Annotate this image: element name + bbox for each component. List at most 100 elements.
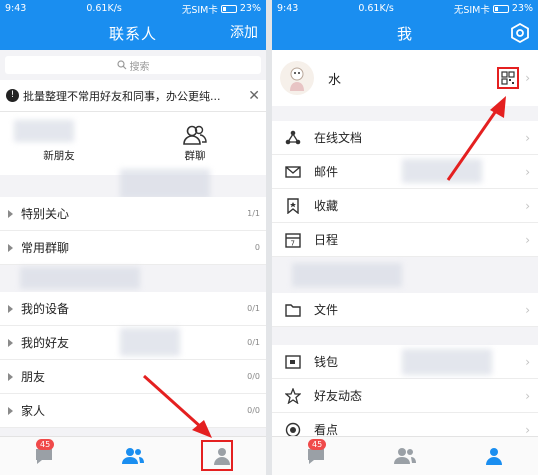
contacts-screen: 9:43 0.61K/s 无SIM卡 23% 联系人 添加 搜索 ! 批量整理不… — [0, 0, 266, 475]
tab-contacts[interactable] — [361, 437, 450, 475]
search-placeholder: 搜索 — [129, 61, 150, 73]
screenshot-composite: 9:43 0.61K/s 无SIM卡 23% 联系人 添加 搜索 ! 批量整理不… — [0, 0, 538, 475]
battery-icon — [492, 4, 509, 13]
annotation-arrow — [142, 374, 212, 438]
tab-messages[interactable]: 45 — [272, 437, 361, 475]
group-row-common-chats[interactable]: 常用群聊 0 — [0, 231, 266, 265]
page-title: 我 — [396, 25, 413, 43]
calendar-icon: 7 — [284, 231, 302, 249]
page-title: 联系人 — [108, 25, 157, 43]
mail-icon — [284, 163, 302, 181]
search-input[interactable]: 搜索 — [5, 56, 261, 74]
blurred-region — [120, 169, 210, 199]
new-friends-label: 新朋友 — [43, 150, 75, 162]
me-screen: 9:43 0.61K/s 无SIM卡 23% 我 水 › 在线文档 › 邮件 ›… — [272, 0, 538, 475]
chevron-right-icon: › — [525, 302, 530, 317]
title-bar: 我 — [272, 17, 538, 50]
chevron-right-icon: › — [525, 71, 530, 85]
tab-messages[interactable]: 45 — [0, 437, 89, 475]
group-label: 常用群聊 — [21, 241, 70, 255]
tab-me[interactable] — [449, 437, 538, 475]
avatar[interactable] — [280, 61, 314, 95]
title-bar: 联系人 添加 — [0, 17, 266, 50]
chevron-right-icon: › — [525, 232, 530, 247]
blurred-region — [20, 267, 140, 289]
menu-item-friend-feed[interactable]: 好友动态 › — [272, 379, 538, 413]
contacts-icon — [394, 448, 416, 464]
group-row-special[interactable]: 特别关心 1/1 — [0, 197, 266, 231]
battery-level: 23% — [511, 3, 533, 14]
menu-section-services: 钱包 › 好友动态 › 看点 › — [272, 345, 538, 447]
settings-icon[interactable] — [510, 23, 530, 43]
section-gap — [272, 327, 538, 345]
group-count: 0/0 — [247, 406, 260, 415]
expand-arrow-icon — [8, 372, 13, 381]
new-friends-entry[interactable]: 新朋友 — [24, 122, 94, 163]
group-label: 特别关心 — [21, 207, 70, 221]
status-bar: 9:43 0.61K/s 无SIM卡 23% — [0, 0, 266, 17]
menu-label: 文件 — [314, 303, 339, 317]
group-row-family[interactable]: 家人 0/0 — [0, 394, 266, 428]
group-count: 0/0 — [247, 372, 260, 381]
menu-section-files: 文件 › — [272, 293, 538, 327]
search-bar: 搜索 — [0, 50, 266, 80]
svg-text:7: 7 — [291, 239, 295, 247]
group-chat-entry[interactable]: 群聊 — [160, 122, 230, 163]
group-chat-label: 群聊 — [184, 150, 206, 162]
expand-arrow-icon — [8, 209, 13, 218]
qr-code-icon[interactable] — [501, 71, 515, 85]
expand-arrow-icon — [8, 304, 13, 313]
unread-badge: 45 — [36, 439, 55, 450]
group-count: 1/1 — [247, 209, 260, 218]
highlight-box — [201, 440, 233, 471]
menu-label: 日程 — [314, 233, 339, 247]
chevron-right-icon: › — [525, 354, 530, 369]
chevron-right-icon: › — [525, 130, 530, 145]
unread-badge: 45 — [308, 439, 327, 450]
battery-level: 23% — [239, 3, 261, 14]
close-icon[interactable]: ✕ — [248, 88, 260, 104]
blurred-region — [402, 349, 492, 375]
avatar-image-icon — [290, 67, 304, 91]
blurred-row — [272, 257, 538, 293]
status-bar: 9:43 0.61K/s 无SIM卡 23% — [272, 0, 538, 17]
notice-text: 批量整理不常用好友和同事，办公更纯... — [23, 89, 221, 103]
chevron-right-icon: › — [525, 198, 530, 213]
menu-item-favorites[interactable]: 收藏 › — [272, 189, 538, 223]
status-time: 9:43 — [277, 3, 299, 14]
quick-entries: 新朋友 群聊 — [0, 112, 266, 175]
info-icon: ! — [6, 89, 19, 102]
group-chat-icon — [183, 125, 207, 145]
sim-status: 无SIM卡 — [181, 4, 218, 16]
menu-item-wallet[interactable]: 钱包 › — [272, 345, 538, 379]
chevron-right-icon: › — [525, 388, 530, 403]
expand-arrow-icon — [8, 243, 13, 252]
add-button[interactable]: 添加 — [230, 17, 258, 50]
chevron-right-icon: › — [525, 164, 530, 179]
group-count: 0/1 — [247, 338, 260, 347]
bottom-tab-bar: 45 — [272, 436, 538, 475]
menu-item-files[interactable]: 文件 › — [272, 293, 538, 327]
group-label: 我的设备 — [21, 302, 70, 316]
battery-icon — [220, 4, 237, 13]
contact-groups: 特别关心 1/1 常用群聊 0 我的设备 0/1 我的好友 0/1 朋友 0/0… — [0, 197, 266, 428]
group-count: 0/1 — [247, 304, 260, 313]
wallet-icon — [284, 353, 302, 371]
annotation-arrow — [446, 96, 506, 181]
group-row-devices[interactable]: 我的设备 0/1 — [0, 292, 266, 326]
group-count: 0 — [254, 243, 260, 252]
notice-banner[interactable]: ! 批量整理不常用好友和同事，办公更纯... ✕ — [0, 80, 266, 112]
status-right: 无SIM卡 23% — [182, 2, 261, 16]
menu-label: 好友动态 — [314, 389, 363, 403]
bookmark-icon — [284, 197, 302, 215]
status-time: 9:43 — [5, 3, 27, 14]
status-speed: 0.61K/s — [86, 3, 122, 14]
group-row-my-friends[interactable]: 我的好友 0/1 — [0, 326, 266, 360]
blurred-row — [0, 265, 266, 292]
expand-arrow-icon — [8, 338, 13, 347]
profile-icon — [485, 448, 502, 465]
menu-label: 收藏 — [314, 199, 339, 213]
menu-item-calendar[interactable]: 7 日程 › — [272, 223, 538, 257]
group-row-friends[interactable]: 朋友 0/0 — [0, 360, 266, 394]
blurred-region — [292, 263, 402, 287]
